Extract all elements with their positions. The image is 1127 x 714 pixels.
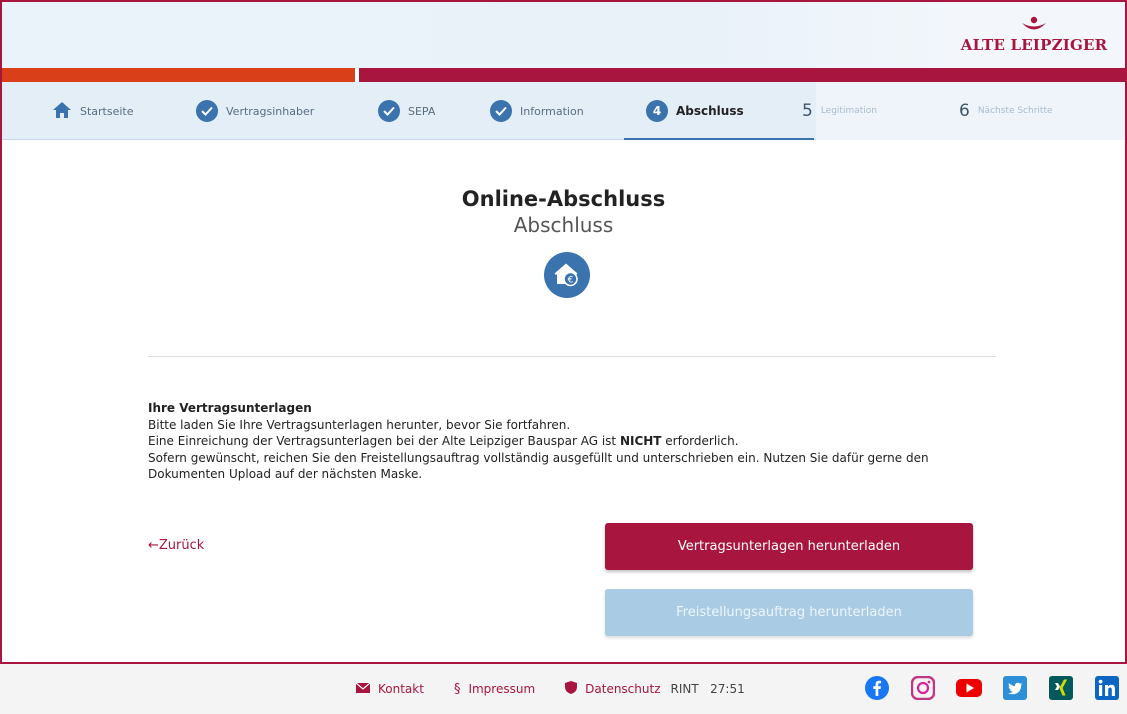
privacy-link[interactable]: Datenschutz <box>565 681 661 697</box>
section-heading: Ihre Vertragsunterlagen <box>148 401 312 415</box>
check-circle-icon <box>378 100 400 122</box>
step-label: Vertragsinhaber <box>226 104 315 118</box>
check-circle-icon <box>490 100 512 122</box>
linkedin-icon[interactable] <box>1094 675 1120 701</box>
step-navigation: Startseite Vertragsinhaber SEPA Informat… <box>2 82 1125 140</box>
info-line-download: Bitte laden Sie Ihre Vertragsunterlagen … <box>148 417 571 432</box>
contract-documents-info: Ihre Vertragsunterlagen Bitte laden Sie … <box>148 400 998 483</box>
step-label: Legitimation <box>820 106 877 116</box>
active-step-indicator <box>624 138 814 140</box>
youtube-icon[interactable] <box>956 675 982 701</box>
logo-mark-icon <box>1020 16 1048 34</box>
step-sepa[interactable]: SEPA <box>378 82 435 140</box>
step-number: 6 <box>959 101 970 121</box>
contact-link[interactable]: Kontakt <box>355 682 424 696</box>
environment-label: RINT 27:51 <box>670 682 745 696</box>
step-startseite[interactable]: Startseite <box>52 82 134 140</box>
brand-logo[interactable]: ALTE LEIPZIGER <box>943 2 1125 68</box>
footer-links: Kontakt § Impressum Datenschutz RINT 27:… <box>355 664 745 714</box>
facebook-icon[interactable] <box>864 675 890 701</box>
step-naechste-schritte: 6 Nächste Schritte <box>959 82 1053 140</box>
step-information[interactable]: Information <box>490 82 584 140</box>
step-label: Startseite <box>80 104 134 118</box>
footer: Kontakt § Impressum Datenschutz RINT 27:… <box>0 664 1127 714</box>
xing-icon[interactable] <box>1048 675 1074 701</box>
envelope-icon <box>355 682 371 696</box>
step-label: Nächste Schritte <box>977 106 1053 116</box>
step-label: Abschluss <box>676 104 744 118</box>
session-timer: 27:51 <box>710 682 745 696</box>
step-label: SEPA <box>408 104 436 118</box>
imprint-link[interactable]: § Impressum <box>454 682 535 697</box>
social-links <box>864 675 1120 701</box>
home-icon <box>52 101 72 122</box>
progress-fill <box>2 68 355 82</box>
logo-text: ALTE LEIPZIGER <box>960 36 1108 54</box>
back-link[interactable]: ←Zurück <box>148 538 204 553</box>
section-divider <box>148 356 996 357</box>
step-number: 4 <box>646 100 668 122</box>
top-header: ALTE LEIPZIGER <box>2 2 1125 68</box>
page-subtitle: Abschluss <box>513 213 614 237</box>
progress-bar <box>2 68 1125 82</box>
step-legitimation: 5 Legitimation <box>802 82 877 140</box>
step-abschluss: 4 Abschluss <box>646 82 744 140</box>
instagram-icon[interactable] <box>910 675 936 701</box>
info-line-exemption: Sofern gewünscht, reichen Sie den Freist… <box>148 450 929 482</box>
step-label: Information <box>520 104 584 118</box>
svg-text:€: € <box>568 276 574 286</box>
twitter-icon[interactable] <box>1002 675 1028 701</box>
shield-icon <box>565 681 578 697</box>
step-number: 5 <box>802 101 813 121</box>
info-line-submission: Eine Einreichung der Vertragsunterlagen … <box>148 434 739 448</box>
check-circle-icon <box>196 100 218 122</box>
download-exemption-button[interactable]: Freistellungsauftrag herunterladen <box>605 589 973 636</box>
page-title: Online-Abschluss <box>461 187 666 211</box>
not-required-emphasis: NICHT <box>619 434 662 448</box>
step-vertragsinhaber[interactable]: Vertragsinhaber <box>196 82 314 140</box>
download-contract-button[interactable]: Vertragsunterlagen herunterladen <box>605 523 973 570</box>
paragraph-icon: § <box>453 681 461 697</box>
house-euro-icon: € <box>544 252 590 298</box>
